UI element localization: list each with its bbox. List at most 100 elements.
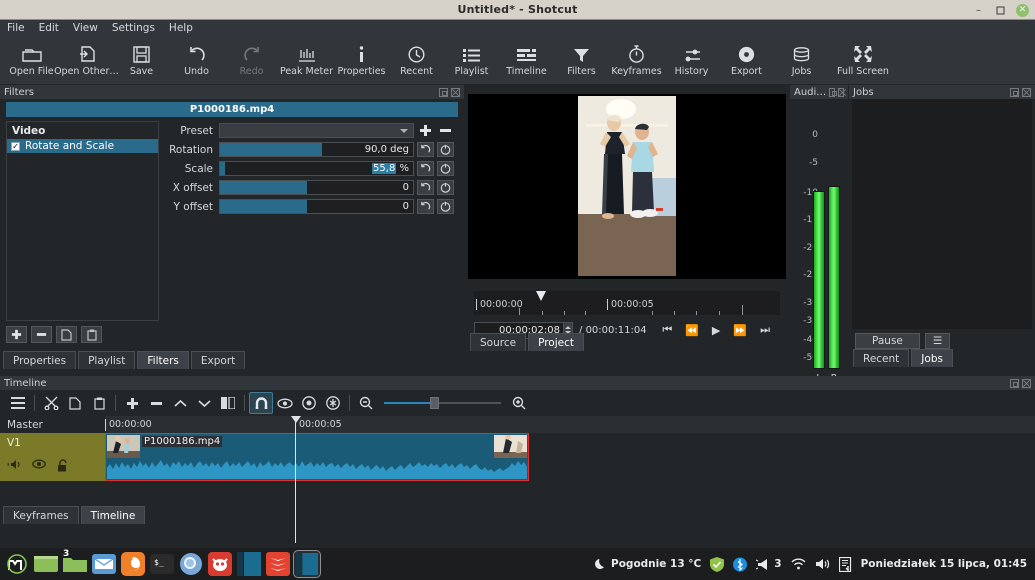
pause-jobs-button[interactable]: Pause [855,333,920,349]
toolbar-export[interactable]: Export [719,36,774,84]
rewind-button[interactable]: ⏪ [685,324,699,337]
toolbar-recent[interactable]: Recent [389,36,444,84]
paste-button[interactable] [87,392,111,414]
float-panel-button[interactable] [1010,378,1019,388]
menu-item-view[interactable]: View [73,22,98,34]
tab-project[interactable]: Project [528,333,585,351]
copy-filter-button[interactable] [56,326,77,343]
tab-export[interactable]: Export [190,351,246,369]
toolbar-open-other[interactable]: Open Other… [54,36,119,84]
ripple-delete-button[interactable] [144,392,168,414]
menu-item-settings[interactable]: Settings [112,22,155,34]
clock[interactable]: Poniedziałek 15 lipca, 01:45 [861,558,1027,570]
filter-list-item-rotate-and-scale[interactable]: ✓ Rotate and Scale [7,139,158,153]
wifi-icon[interactable] [791,558,806,570]
menu-mint-icon[interactable] [4,551,30,577]
menu-item-edit[interactable]: Edit [39,22,59,34]
notifications-widget[interactable]: 3 [756,558,782,571]
volume-icon[interactable] [815,558,830,570]
y-offset-slider[interactable]: 0 [219,199,414,214]
shotcut-window-icon[interactable] [236,551,262,577]
preset-combobox[interactable] [219,123,414,138]
unlock-icon[interactable] [57,459,69,475]
snap-toggle[interactable] [249,392,273,414]
todoist-icon[interactable] [265,551,291,577]
bluetooth-icon[interactable] [733,557,748,572]
remove-filter-button[interactable] [31,326,52,343]
zoom-out-button[interactable] [354,392,378,414]
menu-item-help[interactable]: Help [169,22,193,34]
overwrite-button[interactable] [192,392,216,414]
cut-button[interactable] [39,392,63,414]
scrub-while-dragging-toggle[interactable] [273,392,297,414]
toolbar-history[interactable]: History [664,36,719,84]
toolbar-peak-meter[interactable]: Peak Meter [279,36,334,84]
scale-slider[interactable]: 55,8 % [219,161,414,176]
toolbar-playlist[interactable]: Playlist [444,36,499,84]
firefox-icon[interactable] [120,551,146,577]
tab-playlist[interactable]: Playlist [78,351,136,369]
browser-icon[interactable] [178,551,204,577]
toolbar-save[interactable]: Save [114,36,169,84]
filter-enabled-checkbox[interactable]: ✓ [11,141,20,151]
show-desktop-icon[interactable] [33,551,59,577]
update-icon[interactable] [838,556,852,572]
track-header-v1[interactable]: V1 [0,433,105,481]
toolbar-keyframes[interactable]: Keyframes [609,36,664,84]
toolbar-redo[interactable]: Redo [224,36,279,84]
rotation-slider[interactable]: 90,0 deg [219,142,414,157]
shield-icon[interactable] [710,556,725,572]
tab-properties[interactable]: Properties [3,351,77,369]
timeline-ruler[interactable]: 00:00:00 00:00:05 [105,416,1035,433]
tab-timeline-bottom[interactable]: Timeline [80,506,146,524]
tab-filters[interactable]: Filters [137,351,189,369]
add-filter-button[interactable] [6,326,27,343]
rotation-keyframe-button[interactable] [437,142,454,157]
remove-preset-button[interactable] [437,123,454,138]
x-offset-slider[interactable]: 0 [219,180,414,195]
tab-source[interactable]: Source [470,333,527,351]
weather-widget[interactable]: Pogodnie 13 °C [594,558,701,571]
close-panel-button[interactable] [1022,378,1031,388]
toolbar-undo[interactable]: Undo [169,36,224,84]
float-panel-button[interactable] [829,87,838,97]
tab-jobs[interactable]: Jobs [911,349,953,367]
jobs-menu-button[interactable]: ☰ [924,333,951,349]
player-scrub-bar[interactable]: 00:00:00 00:00:05 [474,291,780,315]
fast-forward-button[interactable]: ⏩ [733,324,747,337]
timeline-menu-button[interactable] [6,392,30,414]
y-offset-reset-button[interactable] [417,199,434,214]
menu-item-file[interactable]: File [7,22,25,34]
tab-keyframes[interactable]: Keyframes [3,506,79,524]
maximize-button[interactable] [994,4,1007,17]
rotation-reset-button[interactable] [417,142,434,157]
minimize-button[interactable]: – [972,4,985,17]
timeline-playhead-handle[interactable] [291,416,301,423]
toolbar-jobs[interactable]: Jobs [774,36,829,84]
ripple-toggle[interactable] [297,392,321,414]
jobs-list[interactable] [852,99,1032,329]
toolbar-filters[interactable]: Filters [554,36,609,84]
zoom-in-button[interactable] [507,392,531,414]
mail-icon[interactable] [91,551,117,577]
append-button[interactable] [120,392,144,414]
ripple-all-tracks-toggle[interactable] [321,392,345,414]
split-button[interactable] [216,392,240,414]
toolbar-open-file[interactable]: Open File [4,36,59,84]
y-offset-keyframe-button[interactable] [437,199,454,214]
tab-recent[interactable]: Recent [853,349,910,367]
player-playhead[interactable] [536,291,546,302]
lift-button[interactable] [168,392,192,414]
skip-to-start-button[interactable]: ⏮ [662,323,672,337]
eye-icon[interactable] [32,459,46,475]
float-panel-button[interactable] [439,87,448,97]
close-panel-button[interactable] [838,87,844,97]
play-button[interactable]: ▶ [712,324,720,337]
terminal-icon[interactable]: $_ [149,551,175,577]
x-offset-reset-button[interactable] [417,180,434,195]
x-offset-keyframe-button[interactable] [437,180,454,195]
close-button[interactable]: ✕ [1016,3,1029,17]
close-panel-button[interactable] [1022,87,1031,97]
close-panel-button[interactable] [451,87,460,97]
paste-filter-button[interactable] [81,326,102,343]
